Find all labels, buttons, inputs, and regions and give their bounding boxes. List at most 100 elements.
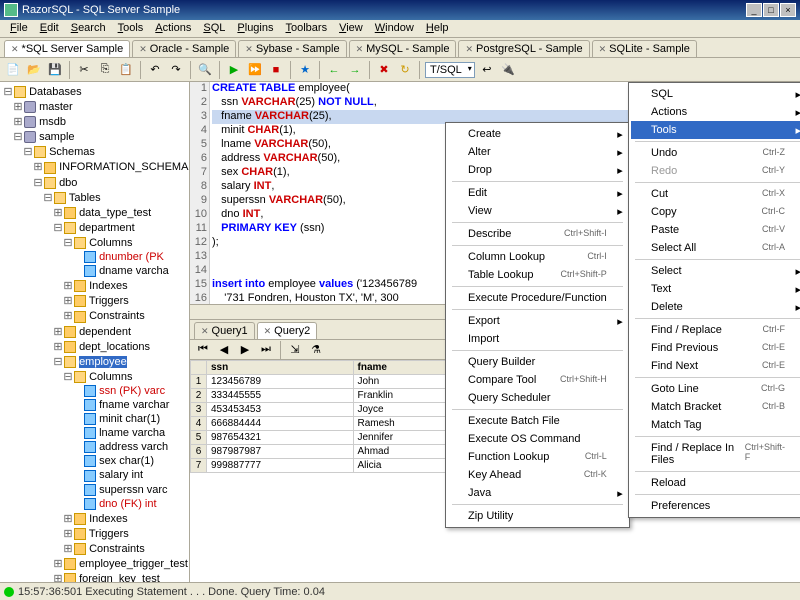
query-tab[interactable]: ✕Query1	[194, 322, 255, 339]
tree-node[interactable]: ⊟ sample	[2, 129, 187, 144]
cut-icon[interactable]: ✂	[75, 61, 93, 79]
menu-item[interactable]: Select	[631, 262, 800, 280]
menu-item[interactable]: Compare ToolCtrl+Shift-H	[448, 371, 627, 389]
menu-sql[interactable]: SQL	[197, 20, 231, 37]
tree-node[interactable]: sex char(1)	[2, 454, 187, 468]
execute-all-icon[interactable]: ⏩	[246, 61, 264, 79]
tree-node[interactable]: minit char(1)	[2, 412, 187, 426]
menu-item[interactable]: Match Tag	[631, 416, 800, 434]
menu-search[interactable]: Search	[65, 20, 112, 37]
tree-node[interactable]: ⊟ Tables	[2, 190, 187, 205]
close-tab-icon[interactable]: ✕	[264, 326, 272, 337]
tree-node[interactable]: address varch	[2, 440, 187, 454]
tree-node[interactable]: dnumber (PK	[2, 250, 187, 264]
tree-node[interactable]: ⊟ department	[2, 220, 187, 235]
menu-item[interactable]: View	[448, 202, 627, 220]
tree-node[interactable]: ⊞ foreign_key_test	[2, 571, 187, 582]
file-tab[interactable]: ✕SQLite - Sample	[592, 40, 697, 57]
menu-tools[interactable]: Tools	[112, 20, 150, 37]
menu-item[interactable]: Goto LineCtrl-G	[631, 380, 800, 398]
file-tab[interactable]: ✕Oracle - Sample	[132, 40, 236, 57]
tree-node[interactable]: fname varchar	[2, 398, 187, 412]
connect-icon[interactable]: 🔌	[499, 61, 517, 79]
menu-help[interactable]: Help	[420, 20, 455, 37]
menu-edit[interactable]: Edit	[34, 20, 65, 37]
tree-node[interactable]: ssn (PK) varc	[2, 384, 187, 398]
menu-item[interactable]: PasteCtrl-V	[631, 221, 800, 239]
menu-item[interactable]: Java	[448, 484, 627, 502]
tree-node[interactable]: ⊟ Columns	[2, 369, 187, 384]
menu-item[interactable]: Execute OS Command	[448, 430, 627, 448]
menu-plugins[interactable]: Plugins	[231, 20, 279, 37]
menu-item[interactable]: Create	[448, 125, 627, 143]
file-tab[interactable]: ✕MySQL - Sample	[349, 40, 457, 57]
menu-file[interactable]: File	[4, 20, 34, 37]
export-icon[interactable]: ⇲	[286, 341, 304, 359]
menu-toolbars[interactable]: Toolbars	[280, 20, 334, 37]
tree-node[interactable]: ⊞ data_type_test	[2, 205, 187, 220]
menu-item[interactable]: CutCtrl-X	[631, 185, 800, 203]
menu-item[interactable]: Function LookupCtrl-L	[448, 448, 627, 466]
menu-item[interactable]: DescribeCtrl+Shift-I	[448, 225, 627, 243]
tree-node[interactable]: ⊞ dependent	[2, 324, 187, 339]
menu-item[interactable]: Select AllCtrl-A	[631, 239, 800, 257]
menu-item[interactable]: Zip Utility	[448, 507, 627, 525]
minimize-button[interactable]: _	[746, 3, 762, 17]
save-icon[interactable]: 💾	[46, 61, 64, 79]
close-tab-icon[interactable]: ✕	[599, 44, 607, 55]
cancel-icon[interactable]: ✖	[375, 61, 393, 79]
tree-node[interactable]: ⊞ msdb	[2, 114, 187, 129]
close-tab-icon[interactable]: ✕	[465, 44, 473, 55]
menu-item[interactable]: Execute Batch File	[448, 412, 627, 430]
nav-fwd-icon[interactable]: →	[346, 61, 364, 79]
menu-item[interactable]: Match BracketCtrl-B	[631, 398, 800, 416]
grid-header[interactable]	[191, 361, 207, 375]
menu-item[interactable]: Tools	[631, 121, 800, 139]
tools-submenu[interactable]: CreateAlterDropEditViewDescribeCtrl+Shif…	[445, 122, 630, 528]
tree-node[interactable]: ⊞ master	[2, 99, 187, 114]
file-tab[interactable]: ✕PostgreSQL - Sample	[458, 40, 589, 57]
tree-node[interactable]: salary int	[2, 468, 187, 482]
stop-icon[interactable]: ■	[267, 61, 285, 79]
open-icon[interactable]: 📂	[25, 61, 43, 79]
tree-node[interactable]: ⊞ Triggers	[2, 293, 187, 308]
tree-node[interactable]: lname varcha	[2, 426, 187, 440]
tree-node[interactable]: dno (FK) int	[2, 497, 187, 511]
maximize-button[interactable]: □	[763, 3, 779, 17]
filter-icon[interactable]: ⚗	[307, 341, 325, 359]
execute-icon[interactable]: ▶	[225, 61, 243, 79]
refresh-icon[interactable]: ↻	[396, 61, 414, 79]
menu-item[interactable]: Alter	[448, 143, 627, 161]
menu-item[interactable]: Export	[448, 312, 627, 330]
close-tab-icon[interactable]: ✕	[201, 326, 209, 337]
menu-item[interactable]: Execute Procedure/Function	[448, 289, 627, 307]
file-tab[interactable]: ✕Sybase - Sample	[238, 40, 346, 57]
tree-node[interactable]: ⊞ INFORMATION_SCHEMA	[2, 159, 187, 174]
tree-node[interactable]: ⊞ Constraints	[2, 541, 187, 556]
tree-node[interactable]: ⊟ dbo	[2, 175, 187, 190]
close-tab-icon[interactable]: ✕	[245, 44, 253, 55]
menu-item[interactable]: Query Builder	[448, 353, 627, 371]
tree-node[interactable]: ⊞ dept_locations	[2, 339, 187, 354]
menu-item[interactable]: Query Scheduler	[448, 389, 627, 407]
tree-node[interactable]: superssn varc	[2, 483, 187, 497]
menu-item[interactable]: Text	[631, 280, 800, 298]
tree-node[interactable]: ⊟ Columns	[2, 235, 187, 250]
menu-item[interactable]: Drop	[448, 161, 627, 179]
menu-item[interactable]: Reload	[631, 474, 800, 492]
prev-icon[interactable]: ◀	[215, 341, 233, 359]
menu-window[interactable]: Window	[369, 20, 420, 37]
menu-item[interactable]: Delete	[631, 298, 800, 316]
menu-item[interactable]: CopyCtrl-C	[631, 203, 800, 221]
menu-item[interactable]: SQL	[631, 85, 800, 103]
tree-node[interactable]: dname varcha	[2, 264, 187, 278]
copy-icon[interactable]: ⎘	[96, 61, 114, 79]
grid-header[interactable]: ssn	[207, 361, 354, 375]
menu-view[interactable]: View	[333, 20, 369, 37]
menu-item[interactable]: Import	[448, 330, 627, 348]
new-icon[interactable]: 📄	[4, 61, 22, 79]
menu-item[interactable]: Preferences	[631, 497, 800, 515]
menu-item[interactable]: RedoCtrl-Y	[631, 162, 800, 180]
tree-node[interactable]: ⊟ Schemas	[2, 144, 187, 159]
menu-actions[interactable]: Actions	[149, 20, 197, 37]
